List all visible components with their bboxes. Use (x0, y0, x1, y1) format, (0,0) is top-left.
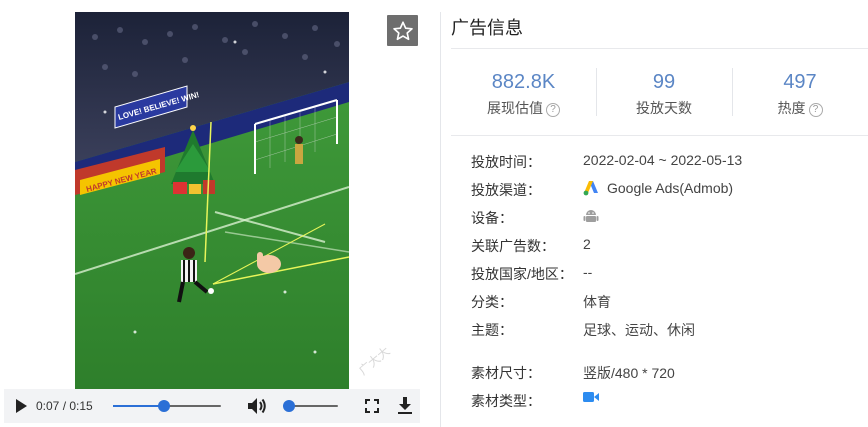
seek-progress-fill (113, 405, 164, 407)
row-label: 投放渠道： (471, 182, 541, 198)
row-label: 主题： (471, 322, 513, 338)
row-region: 投放国家/地区： -- (471, 264, 868, 286)
media-preview: LOVE! BELIEVE! WIN! HAPPY NEW YEAR 广大大 0… (0, 0, 425, 427)
watermark-text: 广大大 (356, 343, 393, 378)
stat-label-wrap: 热度? (732, 98, 868, 118)
row-label: 素材类型： (471, 393, 541, 409)
row-device: 设备： (471, 208, 868, 230)
stats-box: 882.8K 展现估值? 99 投放天数 497 热度? (451, 48, 868, 136)
row-label: 素材尺寸： (471, 365, 541, 381)
stat-value: 882.8K (491, 71, 556, 93)
row-size: 素材尺寸： 竖版/480 * 720 (471, 363, 868, 385)
row-label: 投放时间： (471, 154, 541, 170)
stat-value: 99 (652, 71, 676, 93)
stat-impressions: 882.8K 展现估值? (451, 49, 596, 135)
ad-info-panel: 广告信息 882.8K 展现估值? 99 投放天数 497 热度? 投放时间： … (451, 0, 868, 427)
row-theme: 主题： 足球、运动、休闲 (471, 320, 868, 342)
row-value-wrap: Google Ads(Admob) (583, 180, 733, 196)
channel-name: Google Ads(Admob) (607, 180, 734, 196)
star-outline-icon (392, 20, 413, 40)
stat-label: 投放天数 (636, 100, 692, 116)
row-value-wrap (583, 208, 599, 224)
row-category: 分类： 体育 (471, 292, 868, 314)
row-label: 分类： (471, 294, 513, 310)
row-value: 足球、运动、休闲 (583, 322, 695, 338)
stat-popularity: 497 热度? (732, 49, 868, 135)
time-display: 0:07 / 0:15 (36, 399, 93, 413)
row-label: 投放国家/地区： (471, 266, 573, 282)
info-title: 广告信息 (451, 18, 523, 38)
stat-label-wrap: 展现估值? (451, 98, 596, 118)
seek-slider[interactable] (113, 400, 221, 412)
row-related: 关联广告数： 2 (471, 236, 868, 258)
video-player-controls: 0:07 / 0:15 (4, 389, 420, 423)
row-value: 2022-02-04 ~ 2022-05-13 (583, 152, 743, 168)
stat-label: 展现估值 (487, 100, 543, 116)
row-channel: 投放渠道： Google Ads(Admob) (471, 180, 868, 202)
row-label: 关联广告数： (471, 238, 555, 254)
volume-icon[interactable] (247, 397, 267, 415)
download-icon[interactable] (397, 397, 413, 415)
fullscreen-icon[interactable] (365, 399, 379, 413)
help-icon[interactable]: ? (808, 103, 823, 117)
time-separator: / (59, 399, 70, 413)
seek-thumb[interactable] (157, 400, 170, 412)
volume-thumb[interactable] (283, 400, 295, 412)
row-value: 体育 (583, 294, 611, 310)
row-period: 投放时间： 2022-02-04 ~ 2022-05-13 (471, 152, 868, 174)
video-frame[interactable]: LOVE! BELIEVE! WIN! HAPPY NEW YEAR (75, 12, 349, 390)
row-type: 素材类型： (471, 391, 868, 413)
row-value: -- (583, 264, 593, 280)
current-time: 0:07 (36, 399, 60, 413)
favorite-button[interactable] (387, 15, 418, 46)
android-icon (583, 210, 599, 222)
google-ads-icon (583, 181, 598, 196)
video-camera-icon (583, 392, 599, 402)
row-value: 2 (583, 236, 591, 252)
play-icon[interactable] (14, 399, 28, 413)
stat-days: 99 投放天数 (596, 49, 732, 135)
stat-value: 497 (783, 71, 817, 93)
row-value: 竖版/480 * 720 (583, 365, 675, 381)
panel-divider (440, 12, 441, 427)
row-label: 设备： (471, 210, 513, 226)
stat-label: 热度 (777, 100, 806, 116)
duration: 0:15 (69, 399, 93, 413)
volume-slider[interactable] (283, 400, 338, 412)
row-value-wrap (583, 391, 599, 403)
help-icon[interactable]: ? (546, 103, 560, 117)
